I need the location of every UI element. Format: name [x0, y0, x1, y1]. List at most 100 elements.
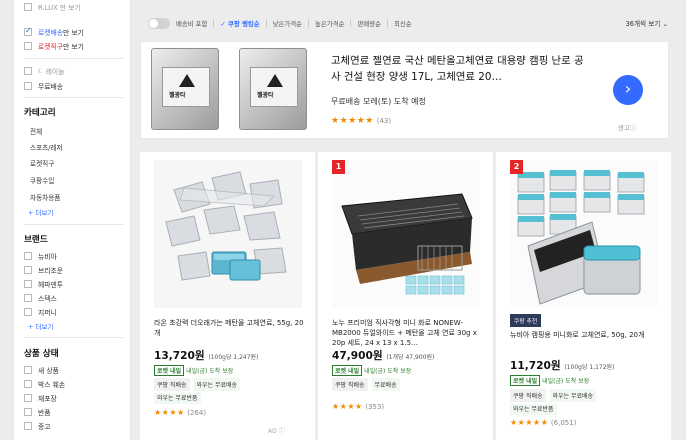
- product-rating: ★★★★ (353): [332, 402, 384, 411]
- category-item[interactable]: 자동차용품: [30, 192, 60, 202]
- sort-bar: 배송비 포함 ✓ 쿠팡 랭킹순 낮은가격순 높은가격순 판매량순 최신순 36개…: [140, 13, 676, 33]
- product-tags: 쿠팡 직배송 와우는 무료배송: [510, 389, 597, 402]
- ad-rating: ★★★★★ (43): [331, 116, 391, 126]
- tag-coupang-direct: 쿠팡 직배송: [154, 378, 190, 391]
- checkbox-checked[interactable]: [24, 26, 32, 36]
- checkbox[interactable]: [24, 366, 32, 374]
- brand-item[interactable]: 뉴비아: [24, 251, 57, 261]
- brand-heading: 브랜드: [24, 235, 48, 245]
- sort-coupang-ranking[interactable]: ✓ 쿠팡 랭킹순: [220, 19, 259, 28]
- checkbox[interactable]: [24, 252, 32, 260]
- product-image[interactable]: 1: [332, 160, 480, 308]
- category-more-link[interactable]: + 더보기: [28, 207, 53, 217]
- category-item[interactable]: 로켓직구: [30, 158, 54, 168]
- checkbox[interactable]: [24, 422, 32, 430]
- product-rating: ★★★★★ (6,051): [510, 418, 576, 427]
- product-name[interactable]: 뉴비아 캠핑용 미니화로 고체연료, 50g, 20개: [510, 330, 664, 340]
- shipping-included-toggle[interactable]: [148, 17, 170, 29]
- filter-free-shipping[interactable]: 무료배송: [24, 81, 63, 91]
- category-item[interactable]: 쿠팡수입: [30, 175, 54, 185]
- sidebar-partial-filter: R.LUX 만 보기: [24, 2, 81, 12]
- can-label: 젤광타: [162, 67, 210, 107]
- category-item[interactable]: 스포츠/레저: [30, 142, 63, 152]
- rocket-badge: 로켓 내일: [510, 375, 541, 386]
- chevron-down-icon: ⌄: [662, 20, 668, 28]
- coupang-recommend-badge: 쿠팡 추천: [510, 314, 542, 327]
- checkbox[interactable]: [24, 266, 32, 274]
- brand-item[interactable]: 지퍼니: [24, 307, 57, 317]
- brand-item[interactable]: 헤파덴투: [24, 279, 63, 289]
- sponsored-product-banner[interactable]: 젤광타 젤광타 고체연료 젤연료 국산 메탄올고체연료 대용량 캠핑 난로 공사…: [140, 41, 669, 139]
- filter-rewards[interactable]: ☾ 레이놀: [24, 66, 64, 76]
- rank-badge: 2: [510, 160, 523, 174]
- chevron-right-icon: ›: [624, 79, 632, 98]
- tag-free-shipping: 무료배송: [371, 378, 400, 391]
- ad-mark[interactable]: AD ⓘ: [268, 426, 285, 435]
- product-image-fuel-can[interactable]: 젤광타: [239, 48, 307, 130]
- rocket-badge: 로켓 내일: [154, 365, 185, 376]
- checkbox[interactable]: [24, 408, 32, 416]
- sort-sales[interactable]: 판매량순: [357, 19, 381, 28]
- product-card[interactable]: 라온 초강력 더오래가는 메탄올 고체연료, 55g, 20개 13,720원 …: [140, 152, 315, 440]
- checkbox[interactable]: [24, 67, 32, 75]
- sort-newest[interactable]: 최신순: [394, 19, 412, 28]
- ad-label[interactable]: 광고ⓘ: [618, 122, 636, 132]
- condition-item[interactable]: 중고: [24, 421, 51, 431]
- product-tags-second: 와우는 무료반품: [510, 404, 557, 415]
- category-item[interactable]: 전체: [30, 126, 42, 136]
- divider: [350, 19, 352, 27]
- product-tags: 쿠팡 직배송 와우는 무료배송: [154, 378, 241, 391]
- product-price: 47,900원 (1개당 47,900원): [332, 350, 435, 362]
- product-tags: 쿠팡 직배송 무료배송: [332, 378, 400, 391]
- divider: [265, 19, 267, 27]
- rocket-delivery-info: 로켓 내일 내일(금) 도착 보장: [154, 365, 233, 376]
- sort-high-price[interactable]: 높은가격순: [315, 19, 344, 28]
- divider: [308, 19, 310, 27]
- checkbox[interactable]: [24, 394, 32, 402]
- divider: [24, 337, 124, 338]
- checkbox[interactable]: [24, 308, 32, 316]
- tag-coupang-direct: 쿠팡 직배송: [332, 378, 368, 391]
- product-image[interactable]: [154, 160, 302, 308]
- condition-item[interactable]: 반품: [24, 407, 51, 417]
- divider: [24, 224, 124, 225]
- checkbox[interactable]: [24, 42, 32, 50]
- star-rating-icon: ★★★★: [332, 402, 363, 411]
- next-arrow-button[interactable]: ›: [613, 75, 643, 105]
- checkbox[interactable]: [24, 82, 32, 90]
- ad-product-title[interactable]: 고체연료 젤연료 국산 메탄올고체연료 대용량 캠핑 난로 공사 건설 현장 양…: [331, 53, 593, 85]
- rocket-delivery-info: 로켓 내일 내일(금) 도착 보장: [510, 375, 589, 386]
- checkbox[interactable]: [24, 294, 32, 302]
- review-count: (353): [365, 403, 385, 411]
- fuel-packets-illustration: [154, 160, 302, 308]
- mini-grill-illustration: [332, 160, 480, 308]
- review-count: (6,051): [550, 419, 577, 427]
- product-tags-second: 와우는 무료반품: [154, 393, 201, 404]
- product-card[interactable]: 1 노누 프리미엄 직사각형 미니 화로 NONEW-MB2000 듀얼와이드 …: [318, 152, 493, 440]
- checkbox[interactable]: [24, 3, 32, 11]
- star-rating-icon: ★★★★: [154, 408, 185, 417]
- product-image-fuel-can[interactable]: 젤광타: [151, 48, 219, 130]
- condition-item[interactable]: 새 상품: [24, 365, 59, 375]
- tag-free-shipping: 와우는 무료배송: [193, 378, 241, 391]
- rank-badge: 1: [332, 160, 345, 174]
- filter-rocket-direct[interactable]: 로켓직구 만 보기: [24, 41, 84, 51]
- sort-low-price[interactable]: 낮은가격순: [273, 19, 302, 28]
- product-name[interactable]: 라온 초강력 더오래가는 메탄올 고체연료, 55g, 20개: [154, 318, 308, 338]
- product-image[interactable]: 2: [510, 160, 658, 308]
- can-label: 젤광타: [250, 67, 298, 107]
- brand-more-link[interactable]: + 더보기: [28, 321, 53, 331]
- product-rating: ★★★★ (264): [154, 408, 206, 417]
- product-name[interactable]: 노누 프리미엄 직사각형 미니 화로 NONEW-MB2000 듀얼와이드 + …: [332, 318, 486, 348]
- filter-rocket-delivery[interactable]: 로켓배송만 보기: [24, 26, 84, 37]
- star-rating-icon: ★★★★★: [331, 116, 374, 126]
- checkbox[interactable]: [24, 380, 32, 388]
- brand-item[interactable]: 브리조운: [24, 265, 63, 275]
- per-page-select[interactable]: 36개씩 보기 ⌄: [626, 18, 668, 28]
- condition-item[interactable]: 재포장: [24, 393, 57, 403]
- brand-item[interactable]: 스텍스: [24, 293, 57, 303]
- checkbox[interactable]: [24, 280, 32, 288]
- product-card[interactable]: 2 쿠팡 추천 뉴비아 캠핑용 미니화로 고체연료, 50g, 20개 11,7…: [496, 152, 671, 440]
- rocket-badge: 로켓 내일: [332, 365, 363, 376]
- condition-item[interactable]: 박스 훼손: [24, 379, 65, 389]
